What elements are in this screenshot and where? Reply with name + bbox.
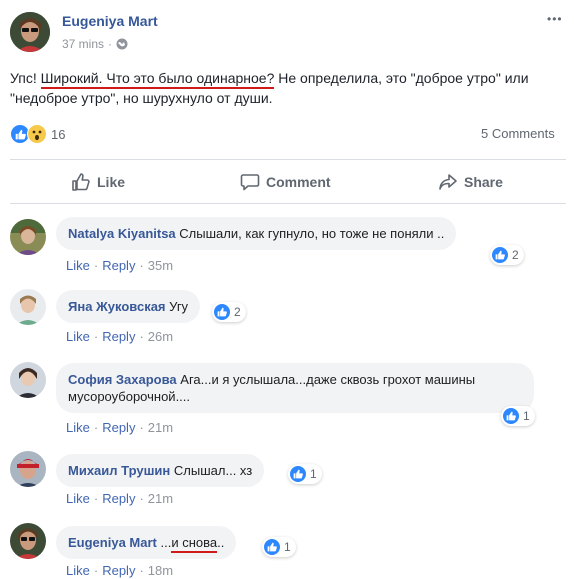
like-reaction-icon [290,466,306,482]
comment-reactions-badge[interactable]: 2 [212,302,246,322]
underlined-phrase: и снова [171,535,218,553]
wow-reaction-icon [27,124,47,144]
post-author-name[interactable]: Eugeniya Mart [62,13,158,29]
post-meta: 37 mins · [62,37,128,51]
comment-actions: Like · Reply · 18m [66,563,174,578]
comment-reply-link[interactable]: Reply [102,258,135,273]
share-button[interactable]: Share [438,172,503,192]
comment-time[interactable]: 26m [148,329,173,344]
comment-time[interactable]: 18m [148,563,173,578]
thumbs-up-icon [71,172,91,192]
comment-reply-link[interactable]: Reply [102,491,135,506]
comment-author[interactable]: Eugeniya Mart [68,535,157,550]
comment-author[interactable]: София Захарова [68,372,177,387]
like-button[interactable]: Like [71,172,125,192]
comment-like-link[interactable]: Like [66,420,90,435]
comment-text: Слышал... хз [173,463,253,478]
like-reaction-icon [264,539,280,555]
comment-like-link[interactable]: Like [66,258,90,273]
commenter-avatar[interactable] [10,289,46,325]
comment-actions: Like · Reply · 35m [66,258,174,273]
comment-reactions-badge[interactable]: 1 [288,464,322,484]
post-author-avatar[interactable] [10,12,50,52]
comment-button[interactable]: Comment [240,172,331,192]
like-reaction-icon [503,408,519,424]
post-reactions[interactable]: 16 [10,124,65,144]
comment-time[interactable]: 21m [148,420,173,435]
comment-bubble-icon [240,172,260,192]
divider-top [10,159,566,160]
comment-actions: Like · Reply · 26m [66,329,174,344]
reactions-count: 16 [51,126,66,142]
comment-time[interactable]: 21m [148,491,173,506]
like-reaction-icon [492,247,508,263]
comment-text: ...и снова.. [160,535,224,553]
globe-icon [116,38,128,50]
comment-time[interactable]: 35m [148,258,173,273]
comment-bubble: Natalya Kiyanitsa Слышали, как гупнуло, … [56,217,457,250]
commenter-avatar[interactable] [10,523,46,559]
comment-bubble: София Захарова Ага...и я услышала...даже… [56,363,534,413]
comment-like-link[interactable]: Like [66,329,90,344]
post-text: Упс! Широкий. Что это было одинарное? Не… [10,70,529,106]
comment-bubble: Eugeniya Mart ...и снова.. [56,526,237,559]
comment-actions: Like · Reply · 21m [66,420,174,435]
comment-bubble: Михаил Трушин Слышал... хз [56,454,265,487]
comment-text: Слышали, как гупнуло, но тоже не поняли … [179,226,445,241]
divider-bottom [10,203,566,204]
comment-bubble: Яна Жуковская Угу [56,290,201,323]
share-arrow-icon [438,172,458,192]
more-options-icon[interactable]: ••• [547,12,563,26]
comment-reactions-badge[interactable]: 1 [262,537,296,557]
comment-like-link[interactable]: Like [66,563,90,578]
underlined-phrase: Широкий. Что это было одинарное? [40,70,275,89]
commenter-avatar[interactable] [10,219,46,255]
comment-text: Угу [169,299,189,314]
comment-reply-link[interactable]: Reply [102,329,135,344]
comment-actions: Like · Reply · 21m [66,491,174,506]
commenter-avatar[interactable] [10,451,46,487]
comment-reply-link[interactable]: Reply [102,563,135,578]
commenter-avatar[interactable] [10,362,46,398]
like-reaction-icon [214,304,230,320]
comments-count[interactable]: 5 Comments [481,126,555,141]
post-time[interactable]: 37 mins [62,37,104,51]
comment-reactions-badge[interactable]: 1 [501,406,535,426]
comment-reactions-badge[interactable]: 2 [490,245,524,265]
comment-reply-link[interactable]: Reply [102,420,135,435]
comment-author[interactable]: Natalya Kiyanitsa [68,226,176,241]
comment-author[interactable]: Яна Жуковская [68,299,166,314]
comment-like-link[interactable]: Like [66,491,90,506]
comment-author[interactable]: Михаил Трушин [68,463,170,478]
